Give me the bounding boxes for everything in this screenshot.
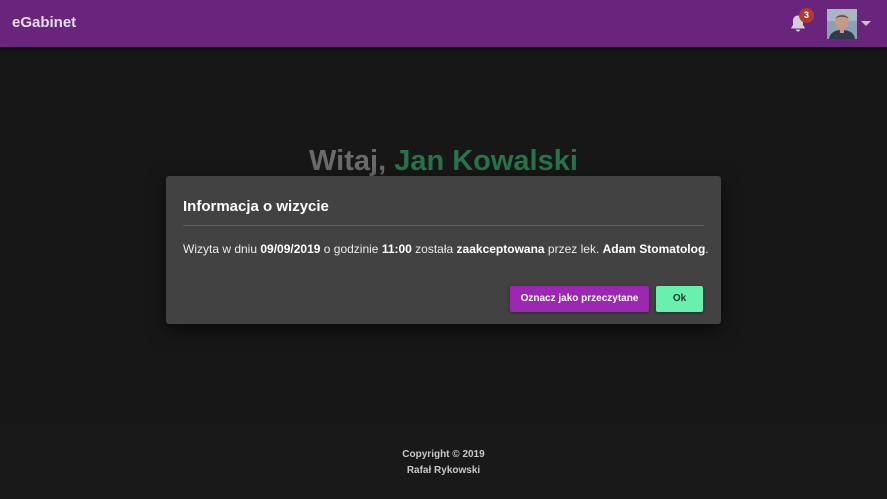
dialog-message: Wizyta w dniu 09/09/2019 o godzinie 11:0…: [183, 242, 713, 256]
message-text: Wizyta w dniu: [183, 242, 261, 256]
message-text: została: [411, 242, 457, 256]
footer-copyright: Copyright © 2019: [402, 449, 485, 460]
visit-info-dialog: Informacja o wizycie Wizyta w dniu 09/09…: [166, 176, 721, 324]
doctor-name: Adam Stomatolog: [602, 242, 706, 256]
dialog-divider: [183, 225, 704, 226]
footer: Copyright © 2019 Rafał Rykowski: [0, 424, 887, 499]
message-text: przez lek.: [544, 242, 603, 256]
ok-button[interactable]: Ok: [656, 286, 703, 312]
footer-author: Rafał Rykowski: [406, 465, 481, 476]
top-navbar: eGabinet 3: [0, 0, 887, 47]
visit-status: zaakceptowana: [456, 242, 545, 256]
dialog-title: Informacja o wizycie: [183, 198, 329, 215]
brand-logo[interactable]: eGabinet: [12, 14, 76, 31]
mark-as-read-button[interactable]: Oznacz jako przeczytane: [510, 286, 649, 312]
caret-down-icon[interactable]: [861, 21, 871, 26]
message-text: o godzinie: [320, 242, 382, 256]
notification-badge[interactable]: 3: [799, 8, 814, 23]
visit-date: 09/09/2019: [260, 242, 321, 256]
message-text: .: [705, 242, 709, 256]
visit-time: 11:00: [381, 242, 412, 256]
user-avatar[interactable]: [827, 9, 857, 39]
